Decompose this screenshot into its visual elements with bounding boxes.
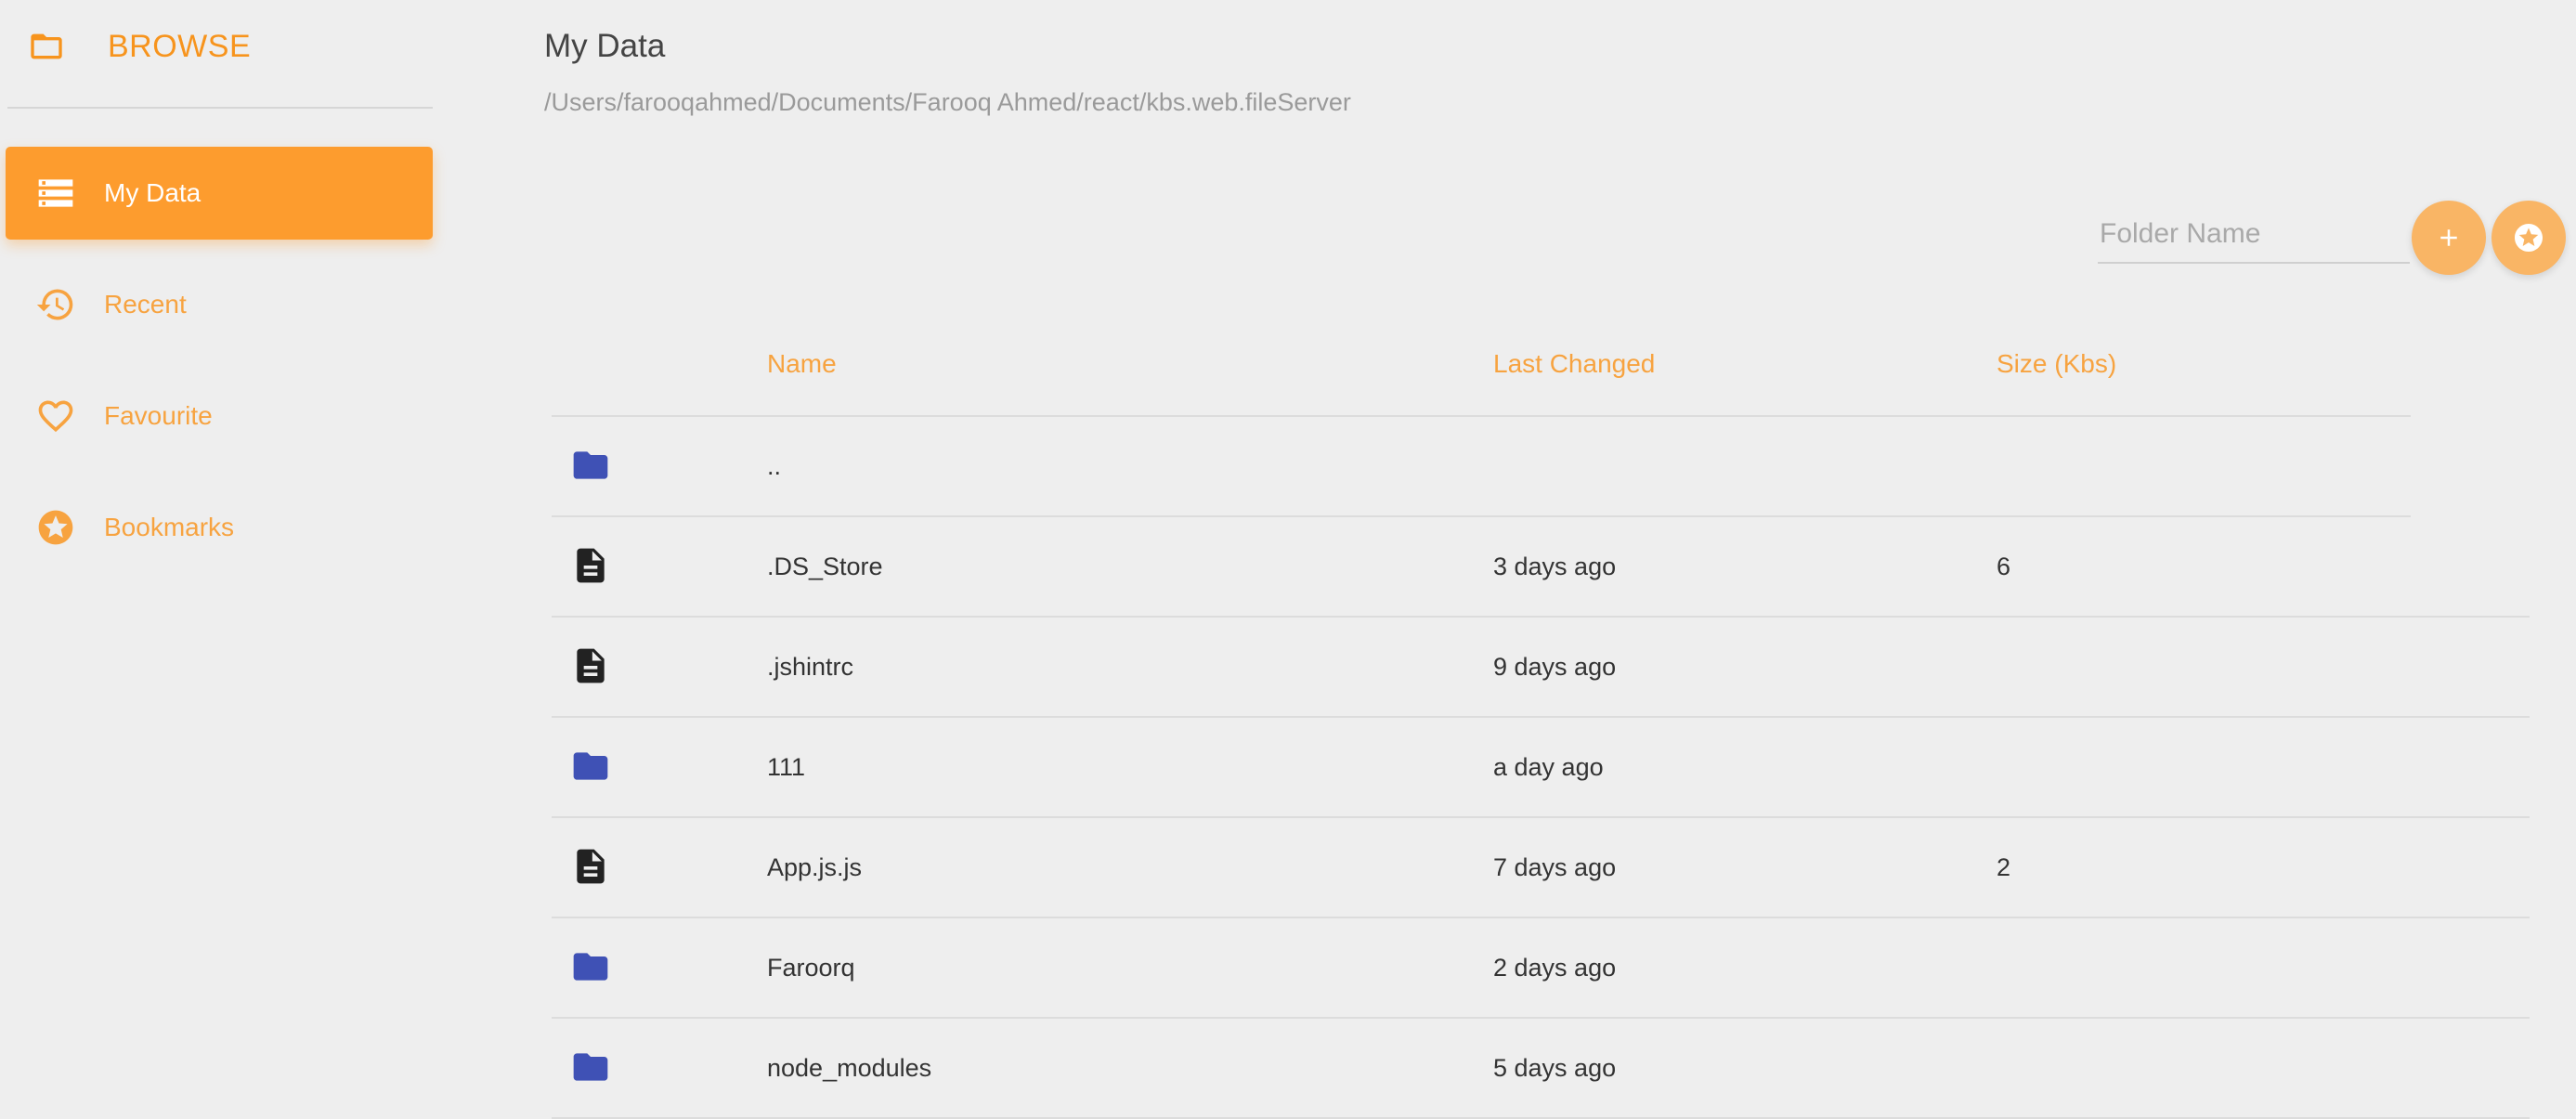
sidebar: BROWSE My Data Recent Favourite Bookmark… bbox=[0, 0, 438, 1086]
table-row[interactable]: .DS_Store 3 days ago 6 bbox=[552, 517, 2530, 618]
file-icon bbox=[577, 849, 605, 884]
column-header-size[interactable]: Size (Kbs) bbox=[1997, 349, 2116, 379]
plus-icon bbox=[2440, 229, 2457, 246]
file-name: .DS_Store bbox=[767, 553, 883, 580]
last-changed: 7 days ago bbox=[1493, 853, 1617, 881]
bookmark-button[interactable] bbox=[2491, 201, 2566, 275]
sidebar-item-bookmarks[interactable]: Bookmarks bbox=[6, 481, 433, 574]
file-name: .jshintrc bbox=[767, 653, 854, 681]
folder-name-input[interactable] bbox=[2098, 206, 2410, 264]
folder-icon bbox=[573, 953, 608, 981]
file-icon bbox=[577, 648, 605, 683]
sidebar-divider bbox=[7, 107, 433, 109]
last-changed: 9 days ago bbox=[1493, 653, 1617, 681]
table-row[interactable]: App.js.js 7 days ago 2 bbox=[552, 818, 2530, 918]
table-row[interactable]: .jshintrc 9 days ago bbox=[552, 618, 2530, 718]
add-folder-button[interactable] bbox=[2412, 201, 2486, 275]
brand-label: BROWSE bbox=[108, 28, 252, 64]
star-circle-icon bbox=[33, 505, 78, 550]
table-row[interactable]: 111 a day ago bbox=[552, 718, 2530, 818]
folder-icon bbox=[573, 451, 608, 479]
file-name: .. bbox=[767, 452, 782, 480]
heart-icon bbox=[33, 394, 78, 438]
file-size: 2 bbox=[1997, 853, 2011, 881]
folder-icon bbox=[573, 752, 608, 780]
sidebar-item-label: My Data bbox=[104, 178, 202, 207]
table-row[interactable]: Faroorq 2 days ago bbox=[552, 918, 2530, 1019]
table-row[interactable]: .. bbox=[552, 417, 2411, 517]
last-changed: a day ago bbox=[1493, 753, 1604, 781]
file-icon bbox=[577, 548, 605, 583]
table-header: Name Last Changed Size (Kbs) bbox=[552, 316, 2411, 417]
page-title: My Data bbox=[544, 28, 666, 64]
sidebar-item-favourite[interactable]: Favourite bbox=[6, 370, 433, 462]
file-name: node_modules bbox=[767, 1054, 932, 1082]
folder-icon bbox=[573, 1053, 608, 1081]
folder-outline-icon bbox=[31, 33, 62, 59]
sidebar-item-label: Bookmarks bbox=[104, 513, 235, 541]
file-size: 6 bbox=[1997, 553, 2011, 580]
sidebar-item-my-data[interactable]: My Data bbox=[6, 147, 433, 240]
last-changed: 2 days ago bbox=[1493, 954, 1617, 982]
breadcrumb-path: /Users/farooqahmed/Documents/Farooq Ahme… bbox=[544, 88, 1351, 116]
column-header-last-changed[interactable]: Last Changed bbox=[1493, 349, 1655, 379]
sidebar-item-label: Favourite bbox=[104, 401, 213, 430]
brand: BROWSE bbox=[26, 20, 251, 72]
last-changed: 5 days ago bbox=[1493, 1054, 1617, 1082]
storage-icon bbox=[33, 171, 78, 215]
column-header-name[interactable]: Name bbox=[767, 349, 837, 379]
sidebar-item-recent[interactable]: Recent bbox=[6, 258, 433, 351]
table-row[interactable]: node_modules 5 days ago bbox=[552, 1019, 2530, 1119]
sidebar-item-label: Recent bbox=[104, 290, 187, 319]
history-icon bbox=[33, 282, 78, 327]
file-table: Name Last Changed Size (Kbs) .. .DS_Stor… bbox=[552, 316, 2530, 1119]
file-name: App.js.js bbox=[767, 853, 863, 881]
star-circle-icon bbox=[2515, 224, 2543, 252]
file-name: Faroorq bbox=[767, 954, 855, 982]
last-changed: 3 days ago bbox=[1493, 553, 1617, 580]
file-name: 111 bbox=[767, 753, 806, 781]
